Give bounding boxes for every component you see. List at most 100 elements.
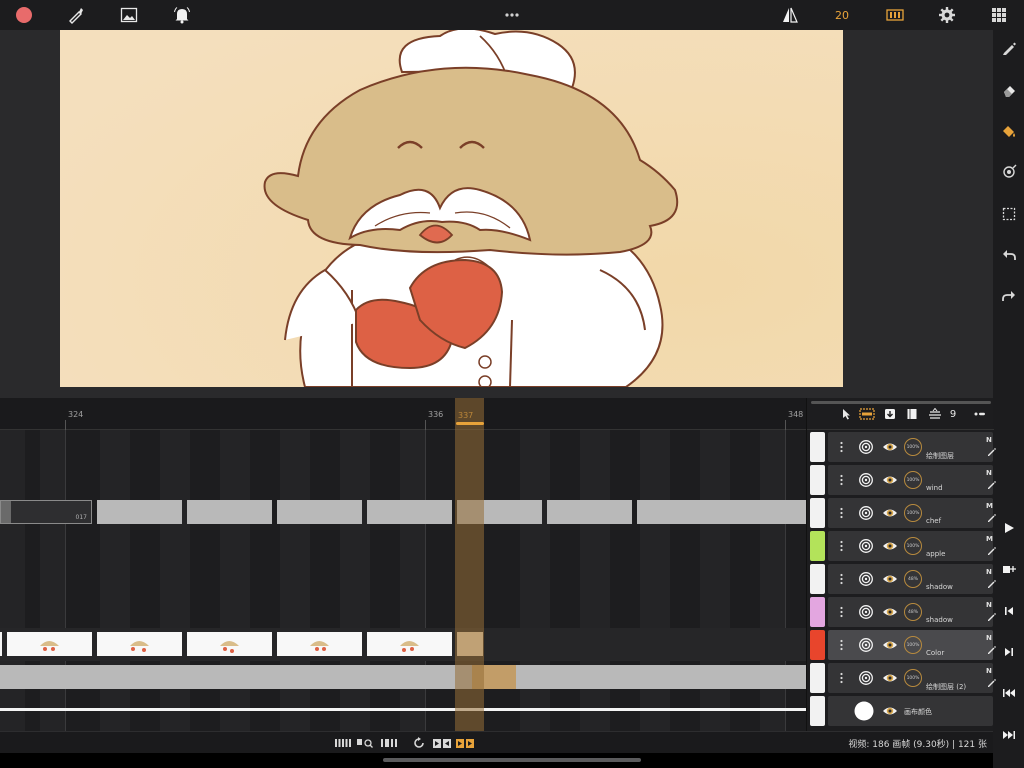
layer-edit-button[interactable]: [986, 446, 996, 456]
frame-thumbnail[interactable]: [367, 632, 452, 656]
layer-visibility-toggle[interactable]: [882, 604, 898, 620]
layer-drag-handle[interactable]: [838, 637, 844, 653]
layer-row[interactable]: 48% shadow N: [810, 563, 996, 594]
record-button[interactable]: [12, 0, 36, 30]
layer-color-swatch[interactable]: [810, 696, 825, 726]
layer-body[interactable]: 100% Color N: [828, 630, 996, 660]
layer-color-swatch[interactable]: [810, 663, 825, 693]
frame-cell[interactable]: [277, 500, 362, 524]
layer-drag-handle[interactable]: [838, 571, 844, 587]
settings-button[interactable]: [935, 0, 959, 30]
layer-color-swatch[interactable]: [810, 498, 825, 528]
prev-frame-button[interactable]: [993, 599, 1024, 623]
smudge-tool-button[interactable]: [993, 160, 1024, 184]
onion-skin-layer-toggle[interactable]: [858, 538, 874, 554]
frame-strip-button[interactable]: [334, 737, 352, 749]
layer-edit-button[interactable]: [986, 677, 996, 687]
layer-body[interactable]: 48% shadow N: [828, 597, 996, 627]
layer-blend-mode[interactable]: M: [986, 535, 993, 543]
brush-button[interactable]: [64, 0, 88, 30]
layer-body[interactable]: 100% 绘制图层 N: [828, 432, 996, 462]
layer-row[interactable]: 100% Color N: [810, 629, 996, 660]
track-draw-layer-2[interactable]: [0, 661, 806, 694]
timeline-tracks[interactable]: 017: [0, 430, 806, 731]
flip-button[interactable]: [778, 0, 802, 30]
onion-skin-layer-toggle[interactable]: [858, 670, 874, 686]
layer-edit-button[interactable]: [986, 578, 996, 588]
layer-row[interactable]: 100% wind N: [810, 464, 996, 495]
onion-skin-color-button[interactable]: [455, 737, 475, 749]
track-color[interactable]: [0, 628, 806, 661]
layer-opacity-dial[interactable]: 100%: [904, 537, 922, 555]
more-menu-button[interactable]: [500, 0, 524, 30]
selection-tool-button[interactable]: [993, 202, 1024, 226]
track-canvas-color[interactable]: [0, 694, 806, 727]
layer-visibility-toggle[interactable]: [882, 472, 898, 488]
layer-visibility-toggle[interactable]: [882, 439, 898, 455]
frame-cell[interactable]: [637, 500, 806, 524]
layer-drag-handle[interactable]: [838, 472, 844, 488]
layers-more-button[interactable]: [973, 407, 987, 421]
drawing-canvas[interactable]: [60, 30, 843, 387]
layer-body[interactable]: 100% wind N: [828, 465, 996, 495]
layer-row[interactable]: 画布颜色: [810, 695, 994, 726]
onion-skin-layer-toggle[interactable]: [858, 472, 874, 488]
frame-thumbnail[interactable]: [7, 632, 92, 656]
frames-mode-button[interactable]: [883, 0, 907, 30]
layer-edit-button[interactable]: [986, 644, 996, 654]
pointer-button[interactable]: [839, 407, 853, 421]
loop-button[interactable]: [412, 737, 426, 749]
undo-button[interactable]: [993, 243, 1024, 267]
layer-body[interactable]: 100% apple M: [828, 531, 996, 561]
onion-skin-layer-toggle[interactable]: [858, 604, 874, 620]
layer-visibility-toggle[interactable]: [882, 538, 898, 554]
frame-ruler[interactable]: 324 336 337 348: [0, 398, 806, 430]
layer-body[interactable]: 48% shadow N: [828, 564, 996, 594]
layer-blend-mode[interactable]: M: [986, 502, 993, 510]
frame-thumbnail[interactable]: [277, 632, 362, 656]
layer-blend-mode[interactable]: N: [986, 469, 992, 477]
layer-edit-button[interactable]: [986, 479, 996, 489]
layer-opacity-dial[interactable]: 48%: [904, 603, 922, 621]
layer-drag-handle[interactable]: [838, 670, 844, 686]
layer-color-swatch[interactable]: [810, 531, 825, 561]
layer-blend-mode[interactable]: N: [986, 634, 992, 642]
layer-visibility-toggle[interactable]: [882, 637, 898, 653]
layer-visibility-toggle[interactable]: [882, 505, 898, 521]
layer-drag-handle[interactable]: [838, 505, 844, 521]
layer-opacity-dial[interactable]: 100%: [904, 471, 922, 489]
layer-color-swatch[interactable]: [810, 630, 825, 660]
frame-cell[interactable]: [0, 665, 806, 689]
layer-visibility-toggle[interactable]: [882, 703, 898, 719]
layer-blend-mode[interactable]: N: [986, 568, 992, 576]
onion-skin-toggle-button[interactable]: [432, 737, 452, 749]
layer-visibility-toggle[interactable]: [882, 670, 898, 686]
layer-body[interactable]: 100% 绘制图层 (2) N: [828, 663, 996, 693]
layer-blend-mode[interactable]: N: [986, 667, 992, 675]
onion-skin-layer-toggle[interactable]: [858, 637, 874, 653]
layer-visibility-toggle[interactable]: [882, 571, 898, 587]
track-wind[interactable]: 017: [0, 496, 806, 529]
add-frame-button[interactable]: [993, 557, 1024, 581]
canvas-color-swatch[interactable]: [854, 701, 874, 721]
layer-blend-mode[interactable]: N: [986, 436, 992, 444]
first-frame-button[interactable]: [993, 681, 1024, 705]
layer-row[interactable]: 48% shadow N: [810, 596, 996, 627]
layer-stack-button[interactable]: [927, 407, 943, 421]
home-indicator[interactable]: [383, 758, 641, 762]
layer-edit-button[interactable]: [986, 611, 996, 621]
layer-edit-button[interactable]: [986, 512, 996, 522]
layer-opacity-dial[interactable]: 100%: [904, 636, 922, 654]
library-button[interactable]: [905, 407, 919, 421]
frame-cell[interactable]: 017: [0, 500, 92, 524]
layer-color-swatch[interactable]: [810, 432, 825, 462]
frame-cell[interactable]: [367, 500, 452, 524]
layer-row[interactable]: 100% 绘制图层 N: [810, 431, 996, 462]
layer-body[interactable]: 画布颜色: [828, 696, 993, 726]
next-frame-button[interactable]: [993, 640, 1024, 664]
notification-button[interactable]: [170, 0, 194, 30]
pencil-tool-button[interactable]: [993, 36, 1024, 60]
timeline[interactable]: 324 336 337 348: [0, 398, 806, 731]
fill-tool-button[interactable]: [993, 119, 1024, 143]
layer-color-swatch[interactable]: [810, 564, 825, 594]
